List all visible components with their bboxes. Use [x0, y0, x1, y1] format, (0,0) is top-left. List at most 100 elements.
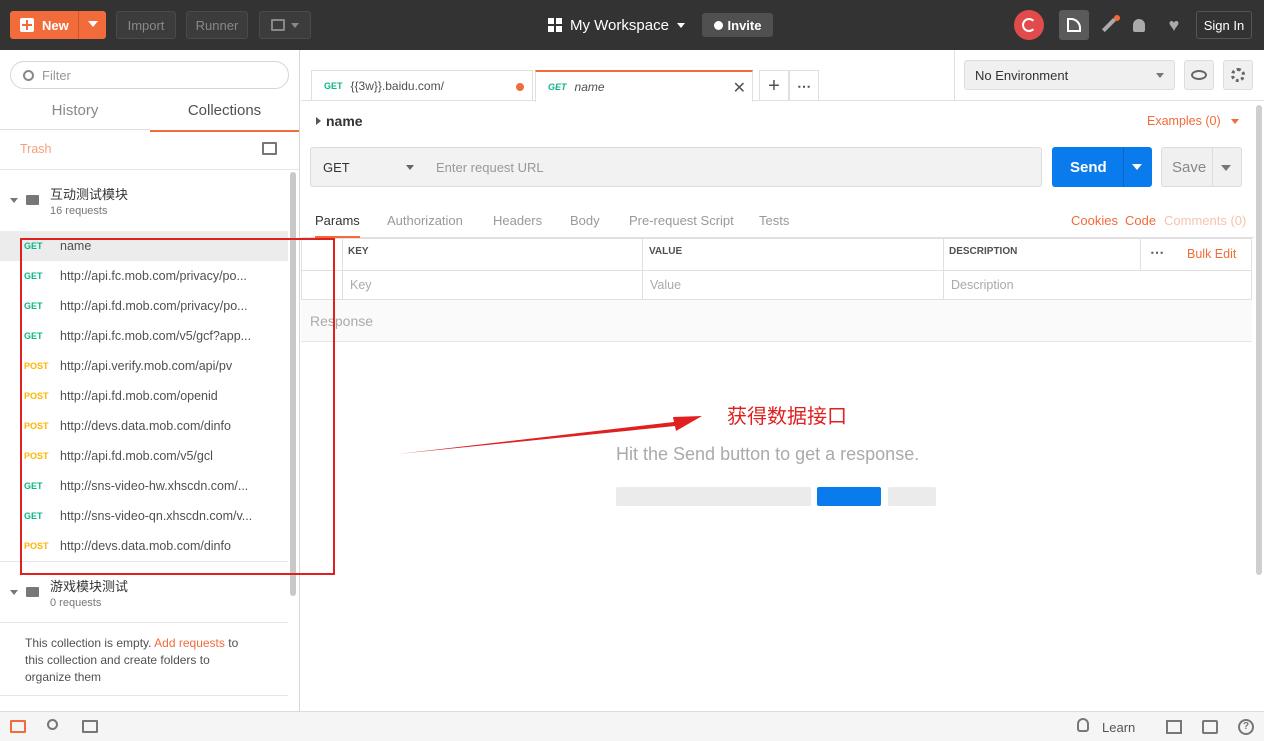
- divider: [0, 622, 288, 623]
- tab-pre-request-script[interactable]: Pre-request Script: [629, 213, 734, 228]
- folder-icon: [26, 587, 39, 597]
- environment-select[interactable]: No Environment: [964, 60, 1175, 90]
- heart-icon[interactable]: ♥: [1162, 13, 1186, 37]
- wrench-icon[interactable]: [1097, 13, 1121, 37]
- chevron-down-icon: [676, 22, 685, 28]
- sign-in-button[interactable]: Sign In: [1196, 11, 1252, 39]
- column-header-value: VALUE: [649, 246, 683, 257]
- trash-link[interactable]: Trash: [20, 142, 52, 156]
- code-link[interactable]: Code: [1125, 213, 1156, 228]
- grid-icon: [548, 18, 562, 32]
- request-tab-active[interactable]: GET name ✕: [535, 70, 753, 102]
- tab-method: GET: [548, 82, 567, 92]
- collection-header[interactable]: 互动测试模块 16 requests: [0, 176, 288, 224]
- empty-text: to: [228, 636, 239, 650]
- method-select[interactable]: GET: [310, 147, 427, 187]
- cookies-link[interactable]: Cookies: [1071, 213, 1118, 228]
- divider: [1123, 147, 1124, 187]
- key-input[interactable]: Key: [350, 278, 372, 292]
- examples-dropdown[interactable]: Examples (0): [1147, 114, 1239, 128]
- placeholder-bar-accent: [817, 487, 881, 506]
- tab-params[interactable]: Params: [315, 213, 360, 238]
- filter-input[interactable]: Filter: [10, 61, 289, 89]
- add-window-icon: [271, 19, 285, 31]
- chevron-down-icon: [291, 22, 299, 28]
- lightbulb-icon[interactable]: [1077, 718, 1089, 732]
- value-input[interactable]: Value: [650, 278, 681, 292]
- chevron-down-icon[interactable]: [88, 21, 98, 27]
- empty-text: organize them: [25, 670, 102, 684]
- collection-count: 0 requests: [50, 597, 102, 609]
- more-options-icon[interactable]: ⋯: [1150, 244, 1164, 261]
- placeholder-bar: [888, 487, 936, 506]
- tab-method: GET: [324, 81, 343, 91]
- interceptor-icon[interactable]: [1059, 10, 1089, 40]
- add-user-icon: [713, 20, 723, 30]
- plus-icon: [20, 18, 34, 32]
- import-button[interactable]: Import: [116, 11, 176, 39]
- runner-button[interactable]: Runner: [186, 11, 248, 39]
- caret-down-icon: [10, 590, 18, 595]
- tab-title: name: [574, 80, 605, 94]
- sync-icon[interactable]: [1014, 10, 1044, 40]
- url-input[interactable]: Enter request URL: [426, 147, 1042, 187]
- tab-collections[interactable]: Collections: [150, 102, 299, 132]
- chevron-down-icon: [1156, 73, 1164, 78]
- bell-icon[interactable]: [1127, 13, 1151, 37]
- send-button[interactable]: Send: [1052, 147, 1152, 187]
- help-icon[interactable]: ?: [1238, 719, 1254, 735]
- two-pane-icon[interactable]: [1166, 720, 1182, 734]
- col-divider: [342, 239, 343, 299]
- examples-label: Examples (0): [1147, 114, 1221, 128]
- add-requests-link[interactable]: Add requests: [154, 636, 225, 650]
- chevron-down-icon[interactable]: [1221, 165, 1231, 171]
- new-window-button[interactable]: [259, 11, 311, 39]
- col-divider: [943, 239, 944, 299]
- gear-icon[interactable]: [1223, 60, 1253, 90]
- invite-button[interactable]: Invite: [702, 13, 773, 37]
- divider: [1212, 148, 1213, 186]
- chevron-down-icon[interactable]: [1132, 164, 1142, 170]
- chevron-down-icon: [406, 165, 414, 170]
- save-button[interactable]: Save: [1161, 147, 1242, 187]
- new-collection-icon[interactable]: [262, 142, 277, 155]
- empty-text: this collection and create folders to: [25, 653, 210, 667]
- console-icon[interactable]: [82, 720, 98, 733]
- add-tab-button[interactable]: +: [759, 70, 789, 101]
- eye-icon[interactable]: [1184, 60, 1214, 90]
- bulk-edit-link[interactable]: Bulk Edit: [1187, 247, 1236, 261]
- filter-placeholder: Filter: [42, 67, 71, 83]
- close-icon[interactable]: ✕: [733, 78, 746, 98]
- empty-collection-message: This collection is empty. Add requests t…: [25, 635, 275, 686]
- description-input[interactable]: Description: [951, 278, 1014, 292]
- caret-right-icon[interactable]: [316, 117, 321, 125]
- comments-link[interactable]: Comments (0): [1164, 213, 1246, 228]
- new-button-label: New: [42, 17, 69, 33]
- tab-body[interactable]: Body: [570, 213, 600, 228]
- new-button[interactable]: New: [10, 11, 106, 39]
- request-name[interactable]: name: [326, 113, 363, 129]
- main-scrollbar[interactable]: [1256, 105, 1262, 575]
- tabs-divider: [0, 129, 150, 130]
- workspace-switcher[interactable]: My Workspace: [548, 12, 685, 38]
- collection-header[interactable]: 游戏模块测试 0 requests: [0, 568, 288, 616]
- status-bar: Learn ?: [0, 711, 1264, 741]
- folder-icon: [26, 195, 39, 205]
- placeholder-bar: [616, 487, 811, 506]
- tab-tests[interactable]: Tests: [759, 213, 789, 228]
- keyboard-icon[interactable]: [1202, 720, 1218, 734]
- more-tabs-button[interactable]: ⋯: [789, 70, 819, 101]
- sidebar-toggle-icon[interactable]: [10, 720, 26, 733]
- request-tab[interactable]: GET {{3w}}.baidu.com/: [311, 70, 533, 101]
- highlight-box: [20, 238, 335, 575]
- find-icon[interactable]: [47, 719, 58, 730]
- column-header-key: KEY: [348, 246, 369, 257]
- tab-headers[interactable]: Headers: [493, 213, 542, 228]
- collection-name: 互动测试模块: [50, 187, 129, 202]
- environment-selected: No Environment: [975, 67, 1069, 83]
- tab-history[interactable]: History: [0, 102, 150, 130]
- col-divider: [1140, 239, 1141, 270]
- url-placeholder: Enter request URL: [436, 159, 544, 175]
- tab-authorization[interactable]: Authorization: [387, 213, 463, 228]
- learn-link[interactable]: Learn: [1102, 720, 1135, 735]
